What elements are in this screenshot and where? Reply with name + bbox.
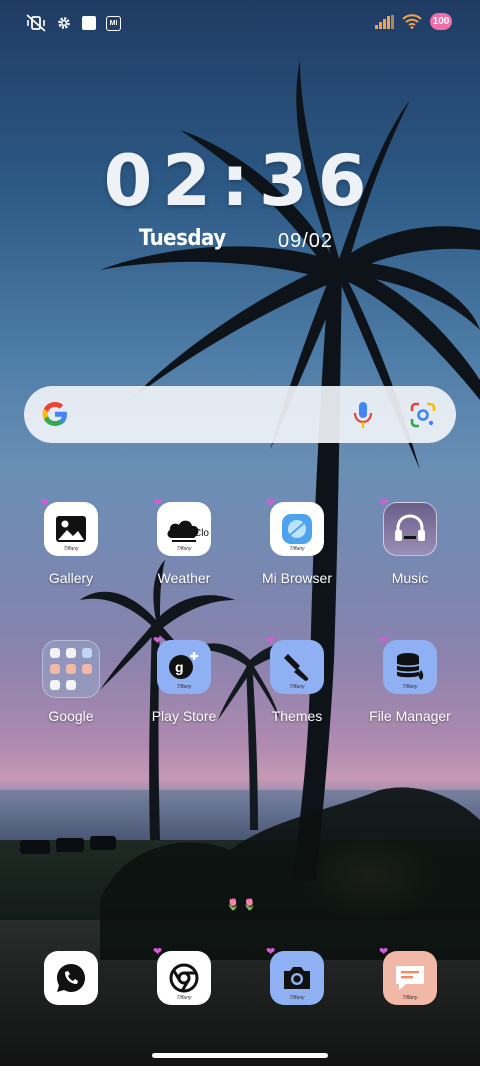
app-label: Themes [271, 708, 323, 724]
heart-badge-icon: ❤ [266, 946, 276, 958]
app-label: Gallery [48, 570, 94, 586]
icon-tag: Tiffany [402, 995, 418, 1001]
icon-tag: Tiffany [289, 995, 305, 1001]
google-lens-icon[interactable] [408, 400, 438, 430]
vibrate-off-icon [26, 14, 46, 32]
whatsapp-icon [44, 951, 98, 1005]
heart-badge-icon: ❤ [379, 497, 389, 509]
browser-icon: ❤ Tiffany [266, 498, 324, 556]
chrome-icon: ❤ Tiffany [153, 947, 211, 1005]
status-bar: MI 100 [0, 0, 480, 46]
clock-day: Tuesday [139, 226, 226, 251]
dock-whatsapp[interactable] [16, 951, 126, 1005]
heart-badge-icon: ❤ [266, 635, 276, 647]
camera-icon: ❤ Tiffany [266, 947, 324, 1005]
dock-camera[interactable]: ❤ Tiffany [242, 947, 352, 1005]
heart-badge-icon: ❤ [266, 497, 276, 509]
heart-badge-icon: ❤ [153, 497, 163, 509]
brush-icon: ❤ Tiffany [266, 636, 324, 694]
app-label: Mi Browser [261, 570, 332, 586]
battery-icon: 100 [430, 13, 452, 30]
signal-icon [375, 14, 394, 29]
icon-tag: Tiffany [176, 995, 192, 1001]
app-themes[interactable]: ❤ Tiffany Themes [242, 636, 352, 724]
app-mi-browser[interactable]: ❤ Tiffany Mi Browser [242, 498, 352, 587]
icon-tag: Tiffany [289, 684, 305, 690]
app-file-manager[interactable]: ❤ Tiffany File Manager [355, 636, 465, 725]
icon-tag: Tiffany [176, 546, 192, 552]
mi-icon: MI [106, 15, 121, 31]
gear-icon [58, 17, 70, 29]
app-label: Music [391, 570, 429, 586]
icon-tag: Tiffany [63, 546, 79, 552]
clock-date: 09/02 [278, 230, 334, 252]
app-google-folder[interactable]: Google [16, 640, 126, 724]
wifi-icon [402, 14, 422, 29]
heart-badge-icon: ❤ [153, 946, 163, 958]
database-icon: ❤ Tiffany [379, 636, 437, 694]
svg-text:g: g [175, 659, 184, 675]
google-g-icon [42, 402, 67, 426]
app-label: Weather [157, 570, 211, 586]
dock-messages[interactable]: ❤ Tiffany [355, 947, 465, 1005]
flower-decoration-icon: 🌷 🌷 [226, 899, 257, 911]
app-play-store[interactable]: g ❤ Tiffany Play Store [129, 636, 239, 725]
headphones-icon: ❤ [379, 498, 437, 556]
icon-tag: Tiffany [402, 684, 418, 690]
icon-tag: Tiffany [176, 684, 192, 690]
dock-chrome[interactable]: ❤ Tiffany [129, 947, 239, 1005]
heart-badge-icon: ❤ [40, 497, 50, 509]
weather-icon-text: Clo [193, 528, 209, 539]
app-label: Play Store [151, 708, 217, 724]
google-search-bar[interactable] [24, 386, 456, 443]
heart-badge-icon: ❤ [379, 635, 389, 647]
messages-icon: ❤ Tiffany [379, 947, 437, 1005]
microphone-icon[interactable] [352, 400, 374, 430]
clock-time[interactable]: 02:36 [0, 140, 480, 222]
app-weather[interactable]: Clo ❤ Tiffany Weather [129, 498, 239, 586]
heart-badge-icon: ❤ [379, 946, 389, 958]
icon-tag: Tiffany [289, 546, 305, 552]
heart-badge-icon: ❤ [153, 635, 163, 647]
weather-icon: Clo ❤ Tiffany [153, 498, 211, 556]
square-notification-icon [82, 16, 96, 30]
google-plus-icon: g ❤ Tiffany [153, 636, 211, 694]
gallery-icon: ❤ Tiffany [40, 498, 98, 556]
app-label: Google [48, 708, 94, 724]
folder-icon [42, 640, 100, 698]
home-gesture-bar[interactable] [152, 1053, 328, 1058]
app-label: File Manager [369, 708, 451, 724]
app-music[interactable]: ❤ Music [355, 498, 465, 586]
app-gallery[interactable]: ❤ Tiffany Gallery [16, 498, 126, 586]
